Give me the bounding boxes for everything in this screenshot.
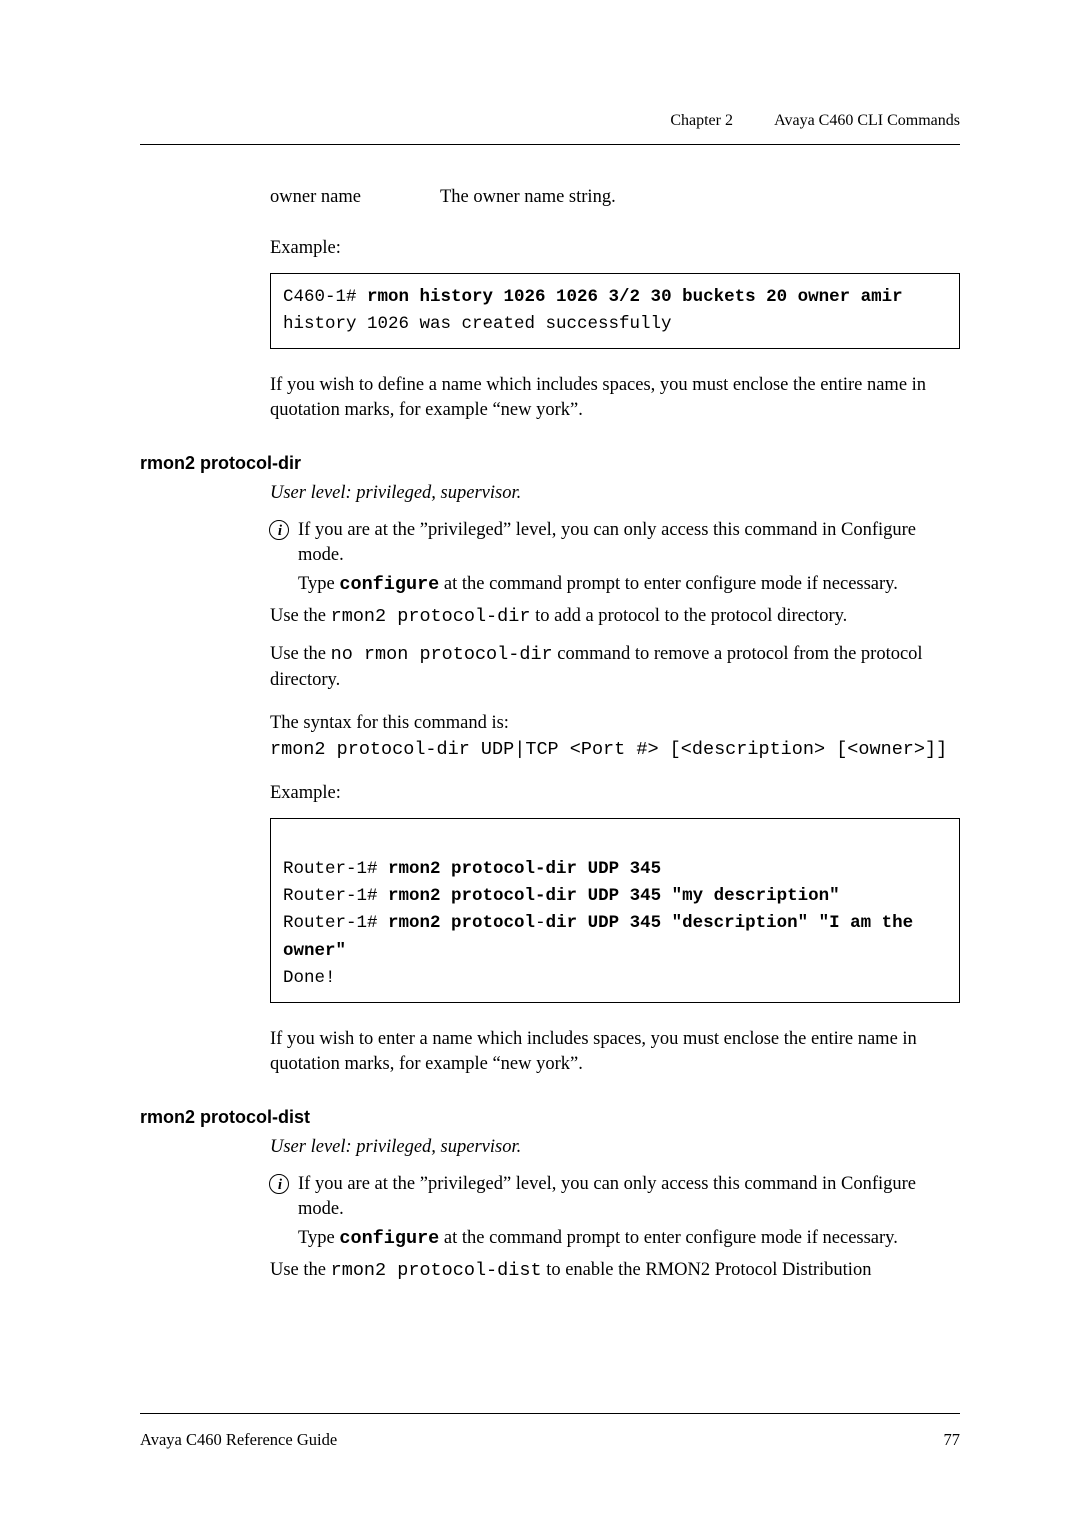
section-heading: rmon2 protocol-dist [140, 1105, 960, 1129]
user-level: User level: privileged, supervisor. [270, 481, 960, 506]
user-level: User level: privileged, supervisor. [270, 1135, 960, 1160]
info-icon: i [270, 1172, 290, 1197]
code-line: Router-1# rmon2 protocol-dir UDP 345 "my… [283, 886, 840, 906]
info-note: i If you are at the ”privileged” level, … [270, 518, 960, 598]
syntax-intro: The syntax for this command is: [270, 711, 960, 736]
footer-rule [140, 1413, 960, 1414]
paragraph: Use the rmon2 protocol-dir to add a prot… [270, 604, 960, 630]
def-term: owner name [270, 185, 440, 210]
note-text: Type configure at the command prompt to … [298, 574, 898, 594]
example-label: Example: [270, 781, 960, 806]
footer-title: Avaya C460 Reference Guide [140, 1430, 337, 1450]
chapter-label: Chapter 2 [670, 112, 733, 129]
paragraph: Use the no rmon protocol-dir command to … [270, 642, 960, 693]
section-heading: rmon2 protocol-dir [140, 451, 960, 475]
page-footer: Avaya C460 Reference Guide 77 [140, 1413, 960, 1450]
paragraph: If you wish to define a name which inclu… [270, 373, 960, 423]
syntax-code: rmon2 protocol-dir UDP|TCP <Port #> [<de… [270, 738, 960, 763]
note-text: If you are at the ”privileged” level, yo… [298, 1174, 916, 1219]
code-line: C460-1# rmon history 1026 1026 3/2 30 bu… [283, 287, 903, 307]
page-number: 77 [944, 1430, 961, 1450]
code-line: Done! [283, 968, 336, 988]
definition-row: owner name The owner name string. [270, 185, 960, 210]
code-example-1: C460-1# rmon history 1026 1026 3/2 30 bu… [270, 273, 960, 349]
code-line: Router-1# rmon2 protocol-dir UDP 345 "de… [283, 913, 924, 960]
code-line: Router-1# rmon2 protocol-dir UDP 345 [283, 859, 661, 879]
paragraph: If you wish to enter a name which includ… [270, 1027, 960, 1077]
info-icon: i [270, 518, 290, 543]
code-example-2: Router-1# rmon2 protocol-dir UDP 345 Rou… [270, 818, 960, 1003]
header-title: Avaya C460 CLI Commands [774, 112, 960, 129]
example-label: Example: [270, 236, 960, 261]
paragraph: Use the rmon2 protocol-dist to enable th… [270, 1258, 960, 1284]
def-desc: The owner name string. [440, 185, 960, 210]
code-line: history 1026 was created successfully [283, 314, 672, 334]
note-text: If you are at the ”privileged” level, yo… [298, 520, 916, 565]
info-note: i If you are at the ”privileged” level, … [270, 1172, 960, 1252]
running-header: Chapter 2 Avaya C460 CLI Commands [140, 112, 960, 130]
note-text: Type configure at the command prompt to … [298, 1228, 898, 1248]
